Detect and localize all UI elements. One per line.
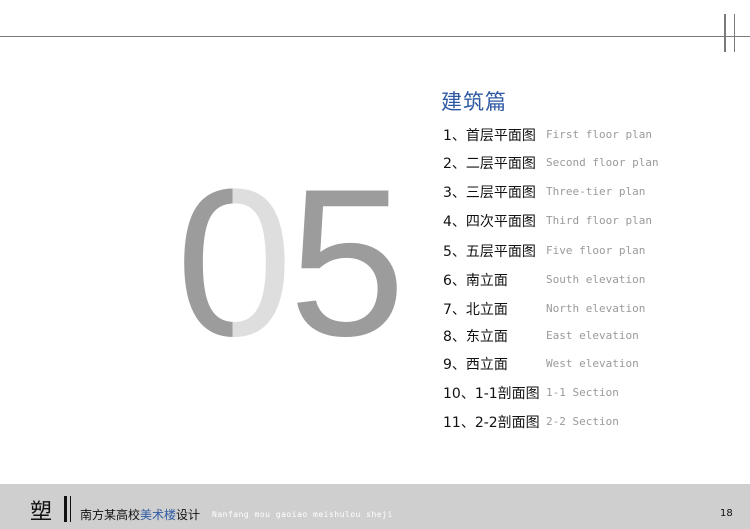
toc-item-en: 2-2 Section [546,415,619,428]
toc-item-cn: 6、南立面 [443,273,508,289]
toc-item-en: North elevation [546,302,646,315]
toc-item-cn: 3、三层平面图 [443,185,536,201]
footer-bar: 塑 南方某高校美术楼设计 Nanfang mou gaoiao meishulo… [0,484,750,529]
chapter-number-digit-5: 5 [288,145,406,380]
toc-item-cn: 8、东立面 [443,329,508,345]
toc-item-en: Three-tier plan [546,185,646,198]
footer-logo: 塑 [30,500,53,525]
footer-title-part3: 设计 [176,508,201,522]
toc-item-en: West elevation [546,357,639,370]
toc-item-en: Second floor plan [546,156,659,169]
toc-item-cn: 4、四次平面图 [443,214,536,230]
toc-item-cn: 11、2-2剖面图 [443,415,540,431]
toc-item-cn: 10、1-1剖面图 [443,386,540,402]
footer-divider [64,496,67,522]
page-number: 18 [720,508,733,519]
footer-project-title: 南方某高校美术楼设计 [80,506,200,523]
top-tick-mark-thin [734,14,735,52]
toc-item-cn: 7、北立面 [443,302,508,318]
toc-item-cn: 2、二层平面图 [443,156,536,172]
chapter-number: 05 [176,158,406,368]
section-title: 建筑篇 [441,90,507,114]
chapter-number-digit-0: 0 [176,145,293,380]
toc-item-en: First floor plan [546,128,652,141]
toc-item-cn: 9、西立面 [443,357,508,373]
toc-item-en: 1-1 Section [546,386,619,399]
footer-title-part2: 美术楼 [140,508,177,522]
footer-divider-thin [70,496,71,522]
toc-item-cn: 5、五层平面图 [443,244,536,260]
top-tick-mark [724,14,726,52]
top-rule [0,36,750,37]
toc-item-en: Five floor plan [546,244,646,257]
toc-item-en: East elevation [546,329,639,342]
toc-item-en: Third floor plan [546,214,652,227]
footer-title-part1: 南方某高校 [80,508,141,522]
toc-item-cn: 1、首层平面图 [443,128,536,144]
toc-item-en: South elevation [546,273,646,286]
footer-pinyin: Nanfang mou gaoiao meishulou sheji [212,510,393,519]
